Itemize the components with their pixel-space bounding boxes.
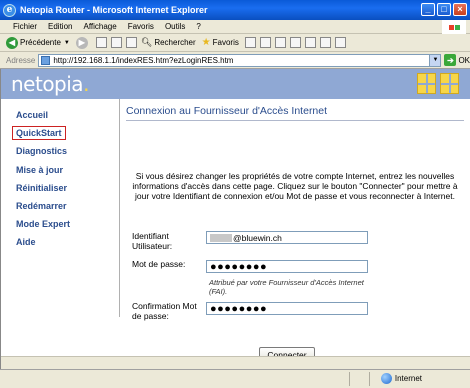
sidebar-item-redemarrer[interactable]: Redémarrer [16, 201, 67, 211]
search-button[interactable]: 🔍︎ Rechercher [141, 37, 196, 48]
forward-button[interactable]: ▶ [75, 36, 90, 49]
password-note: Attribué par votre Fournisseur d'Accès I… [209, 278, 364, 296]
favorites-label: Favoris [212, 38, 239, 47]
redacted-text [210, 233, 232, 242]
close-button[interactable]: × [453, 3, 467, 16]
sidebar-nav: Accueil QuickStart Diagnostics Mise à jo… [1, 99, 117, 369]
edit-icon[interactable] [289, 37, 301, 48]
menu-edition[interactable]: Edition [48, 22, 72, 31]
research-icon[interactable] [334, 37, 346, 48]
address-url: http://192.168.1.1/indexRES.htm?ezLoginR… [53, 55, 234, 65]
search-icon: 🔍︎ [140, 37, 153, 47]
maximize-button[interactable]: □ [437, 3, 451, 16]
window-title: Netopia Router - Microsoft Internet Expl… [20, 5, 208, 15]
forward-arrow-icon: ▶ [75, 36, 88, 49]
menu-help[interactable]: ? [196, 22, 200, 31]
search-label: Rechercher [154, 38, 196, 47]
title-bar: e Netopia Router - Microsoft Internet Ex… [0, 0, 470, 20]
globe-icon [380, 373, 392, 384]
main-content: Connexion au Fournisseur d'Accès Interne… [119, 99, 469, 321]
refresh-icon[interactable] [110, 37, 122, 48]
page-icon [41, 55, 51, 65]
header-decoration [417, 73, 459, 94]
page-header: netopia. [1, 69, 470, 99]
address-label: Adresse [6, 55, 36, 65]
security-zone: Internet [380, 373, 422, 384]
confirm-password-label: Confirmation Mot de passe: [132, 301, 197, 321]
go-button[interactable]: ➔ OK [444, 54, 470, 66]
back-button[interactable]: ◀ Précédente ▼ [6, 36, 70, 49]
sidebar-item-reinitialiser[interactable]: Réinitialiser [16, 183, 67, 193]
intro-text: Si vous désirez changer les propriétés d… [132, 171, 458, 201]
page-title: Connexion au Fournisseur d'Accès Interne… [126, 105, 328, 117]
menu-favoris[interactable]: Favoris [128, 22, 154, 31]
status-bar: Internet [0, 369, 470, 388]
password-input[interactable]: ●●●●●●●● [206, 260, 368, 273]
sidebar-item-accueil[interactable]: Accueil [16, 110, 48, 120]
menu-fichier[interactable]: Fichier [13, 22, 37, 31]
sidebar-item-aide[interactable]: Aide [16, 237, 36, 247]
status-divider [349, 372, 350, 386]
menu-affichage[interactable]: Affichage [83, 22, 116, 31]
chevron-down-icon[interactable]: ▼ [429, 54, 441, 66]
window-icon [417, 73, 436, 94]
stop-icon[interactable] [95, 37, 107, 48]
status-divider [369, 372, 370, 386]
go-label: OK [458, 55, 470, 65]
chevron-down-icon[interactable]: ▼ [64, 40, 70, 46]
sidebar-item-quickstart[interactable]: QuickStart [12, 126, 66, 140]
netopia-logo: netopia. [11, 72, 89, 96]
discuss-icon[interactable] [304, 37, 316, 48]
star-icon: ★ [201, 37, 211, 48]
web-page: netopia. Accueil QuickStart Diagnostics … [0, 69, 470, 369]
favorites-button[interactable]: ★ Favoris [202, 37, 239, 48]
window-icon [440, 73, 459, 94]
history-icon[interactable] [244, 37, 256, 48]
mail-icon[interactable] [259, 37, 271, 48]
print-icon[interactable] [274, 37, 286, 48]
password-label: Mot de passe: [132, 259, 186, 269]
username-input[interactable]: @bluewin.ch [206, 231, 368, 244]
toolbar: ◀ Précédente ▼ ▶ 🔍︎ Rechercher ★ Favoris [0, 34, 470, 52]
window-controls: _ □ × [421, 3, 467, 16]
minimize-button[interactable]: _ [421, 3, 435, 16]
zone-label: Internet [394, 374, 422, 383]
messenger-icon[interactable] [319, 37, 331, 48]
address-input[interactable]: http://192.168.1.1/indexRES.htm?ezLoginR… [38, 53, 442, 67]
windows-logo-icon [442, 20, 466, 34]
back-label: Précédente [20, 38, 61, 47]
back-arrow-icon: ◀ [6, 36, 18, 49]
menu-outils[interactable]: Outils [165, 22, 185, 31]
sidebar-item-mise-a-jour[interactable]: Mise à jour [16, 165, 63, 175]
username-label: Identifiant Utilisateur: [132, 231, 173, 251]
ie-icon: e [3, 3, 16, 17]
menu-bar: Fichier Edition Affichage Favoris Outils… [0, 20, 470, 34]
title-divider [126, 120, 464, 121]
go-arrow-icon: ➔ [444, 54, 457, 66]
confirm-password-input[interactable]: ●●●●●●●● [206, 302, 368, 315]
username-value: @bluewin.ch [233, 232, 282, 243]
sidebar-item-mode-expert[interactable]: Mode Expert [16, 219, 70, 229]
home-icon[interactable] [125, 37, 137, 48]
address-bar: Adresse http://192.168.1.1/indexRES.htm?… [0, 52, 470, 69]
sidebar-item-diagnostics[interactable]: Diagnostics [16, 146, 67, 156]
horizontal-scrollbar[interactable] [1, 356, 470, 369]
